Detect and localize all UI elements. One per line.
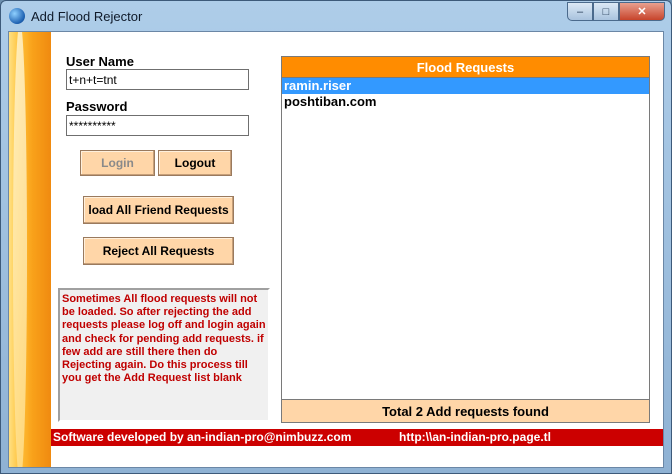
close-icon: ✕ <box>637 6 647 18</box>
password-input[interactable] <box>66 115 249 136</box>
developer-credit: Software developed by an-indian-pro@nimb… <box>53 430 352 444</box>
minimize-button[interactable]: – <box>567 2 593 21</box>
panel-header: Flood Requests <box>282 57 649 77</box>
logout-button[interactable]: Logout <box>158 150 232 176</box>
globe-icon <box>9 8 25 24</box>
info-note: Sometimes All flood requests will not be… <box>58 288 270 422</box>
load-friend-requests-button[interactable]: load All Friend Requests <box>83 196 234 224</box>
status-bar: Software developed by an-indian-pro@nimb… <box>51 429 663 446</box>
list-item[interactable]: poshtiban.com <box>282 94 649 110</box>
requests-count: Total 2 Add requests found <box>282 399 649 422</box>
maximize-button[interactable]: □ <box>593 2 619 21</box>
app-window: Add Flood Rejector – □ ✕ User Name Passw… <box>0 0 672 474</box>
caption-buttons: – □ ✕ <box>567 2 665 22</box>
password-label: Password <box>66 99 128 114</box>
username-label: User Name <box>66 54 134 69</box>
client-area: User Name Password Login Logout load All… <box>8 31 664 468</box>
requests-list[interactable]: ramin.riser poshtiban.com <box>282 77 649 400</box>
list-item[interactable]: ramin.riser <box>282 78 649 94</box>
title-bar[interactable]: Add Flood Rejector – □ ✕ <box>1 1 671 31</box>
flood-requests-panel: Flood Requests ramin.riser poshtiban.com … <box>281 56 650 423</box>
minimize-icon: – <box>576 5 584 18</box>
login-button[interactable]: Login <box>80 150 155 176</box>
username-input[interactable] <box>66 69 249 90</box>
window-title: Add Flood Rejector <box>31 9 143 24</box>
maximize-icon: □ <box>602 5 610 18</box>
close-button[interactable]: ✕ <box>619 2 665 21</box>
decorative-strip <box>9 32 51 467</box>
website-link[interactable]: http:\\an-indian-pro.page.tl <box>399 429 551 446</box>
reject-all-requests-button[interactable]: Reject All Requests <box>83 237 234 265</box>
